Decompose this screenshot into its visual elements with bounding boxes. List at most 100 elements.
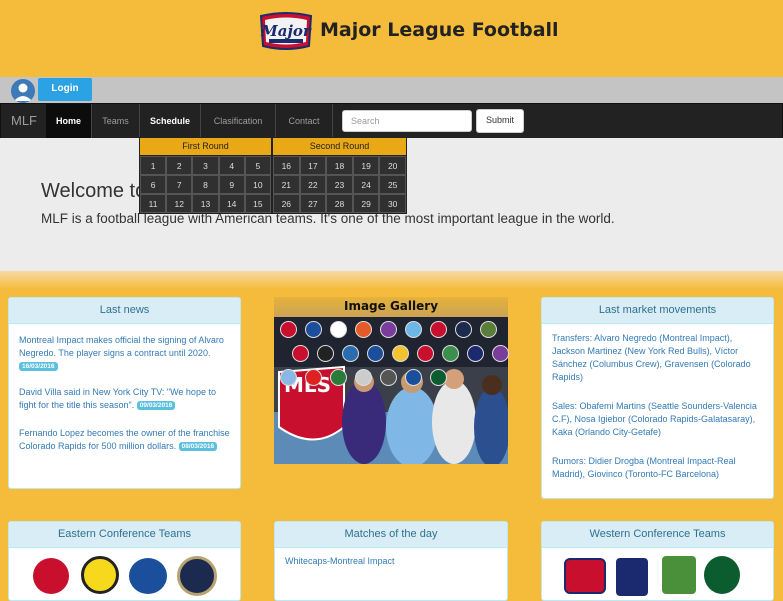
market-title: Last market movements xyxy=(542,298,773,324)
calendar-day[interactable]: 15 xyxy=(244,194,271,213)
team-crest-icon xyxy=(442,345,459,362)
team-crest-icon xyxy=(292,345,309,362)
nav-schedule[interactable]: Schedule xyxy=(140,104,201,138)
team-crest-icon xyxy=(330,321,347,338)
calendar-day[interactable]: 10 xyxy=(244,175,271,194)
login-button[interactable]: Login xyxy=(38,78,92,101)
calendar-day[interactable]: 12 xyxy=(166,194,193,213)
calendar-day[interactable]: 9 xyxy=(218,175,245,194)
eastern-conference-title: Eastern Conference Teams xyxy=(9,522,240,548)
calendar-day[interactable]: 28 xyxy=(326,194,353,213)
nav-teams[interactable]: Teams xyxy=(92,104,140,138)
calendar-day[interactable]: 20 xyxy=(379,156,406,175)
login-bar xyxy=(0,77,783,103)
montreal-impact-logo[interactable] xyxy=(129,558,167,594)
league-logo[interactable]: Major xyxy=(259,10,313,52)
team-crest-icon xyxy=(317,345,334,362)
calendar-day[interactable]: 14 xyxy=(218,194,245,213)
site-title: Major League Football xyxy=(320,19,559,41)
fc-dallas-logo[interactable] xyxy=(564,558,606,594)
western-conference-title: Western Conference Teams xyxy=(542,522,773,548)
calendar-day[interactable]: 3 xyxy=(192,156,219,175)
calendar-day[interactable]: 21 xyxy=(273,175,300,194)
seattle-sounders-logo[interactable] xyxy=(662,556,696,594)
team-crest-icon xyxy=(355,369,372,386)
market-item[interactable]: Rumors: Didier Drogba (Montreal Impact-R… xyxy=(552,455,763,481)
team-crest-icon xyxy=(392,345,409,362)
news-item[interactable]: Montreal Impact makes official the signi… xyxy=(19,334,230,373)
navbar-brand[interactable]: MLF xyxy=(11,113,37,128)
calendar-day[interactable]: 22 xyxy=(299,175,327,194)
calendar-day[interactable]: 29 xyxy=(352,194,380,213)
market-item[interactable]: Sales: Obafemi Martins (Seattle Sounders… xyxy=(552,400,763,439)
western-conference-panel: Western Conference Teams xyxy=(541,521,774,601)
team-crest-icon xyxy=(380,369,397,386)
image-gallery[interactable]: Image Gallery MLS xyxy=(274,297,509,464)
calendar-day[interactable]: 4 xyxy=(218,156,245,175)
calendar-day[interactable]: 27 xyxy=(299,194,327,213)
calendar-day[interactable]: 7 xyxy=(166,175,193,194)
gallery-title: Image Gallery xyxy=(274,297,508,317)
team-crest-icon xyxy=(367,345,384,362)
svg-text:Major: Major xyxy=(260,22,312,40)
search-input[interactable]: Search xyxy=(342,110,472,132)
calendar-day[interactable]: 17 xyxy=(299,156,327,175)
team-crest-icon xyxy=(480,321,497,338)
news-item[interactable]: Fernando Lopez becomes the owner of the … xyxy=(19,427,230,453)
last-news-title: Last news xyxy=(9,298,240,324)
matches-title: Matches of the day xyxy=(275,522,507,548)
nav-home[interactable]: Home xyxy=(46,104,92,138)
match-item[interactable]: Whitecaps-Montreal Impact xyxy=(275,548,507,568)
team-crest-icon xyxy=(280,369,297,386)
news-date-badge: 09/03/2016 xyxy=(136,401,176,411)
team-crest-icon xyxy=(430,321,447,338)
calendar-day[interactable]: 19 xyxy=(352,156,380,175)
team-crest-icon xyxy=(455,321,472,338)
jumbotron-divider xyxy=(0,271,783,289)
team-crest-icon xyxy=(417,345,434,362)
calendar-day[interactable]: 16 xyxy=(273,156,300,175)
team-crest-icon xyxy=(430,369,447,386)
eastern-conference-panel: Eastern Conference Teams xyxy=(8,521,241,601)
team-crest-icon xyxy=(330,369,347,386)
submit-button[interactable]: Submit xyxy=(476,109,524,133)
calendar-day[interactable]: 11 xyxy=(140,194,167,213)
news-date-badge: 08/03/2016 xyxy=(178,442,218,452)
news-item[interactable]: David Villa said in New York City TV: "W… xyxy=(19,386,230,412)
nav-contact[interactable]: Contact xyxy=(276,104,333,138)
user-icon xyxy=(11,79,35,103)
calendar-day[interactable]: 18 xyxy=(326,156,353,175)
la-galaxy-logo[interactable] xyxy=(616,558,648,596)
second-round-title: Second Round xyxy=(273,138,406,156)
calendar-day[interactable]: 25 xyxy=(379,175,406,194)
team-crest-icon xyxy=(280,321,297,338)
nav-clasification[interactable]: Clasification xyxy=(201,104,276,138)
news-text[interactable]: Montreal Impact makes official the signi… xyxy=(19,335,224,358)
last-news-panel: Last news Montreal Impact makes official… xyxy=(8,297,241,489)
second-round-calendar: Second Round 16 17 18 19 20 21 22 23 24 25 26 27 28 2… xyxy=(272,137,407,214)
team-crest-icon xyxy=(355,321,372,338)
calendar-day[interactable]: 6 xyxy=(140,175,167,194)
calendar-day[interactable]: 8 xyxy=(192,175,219,194)
team-crest-icon xyxy=(342,345,359,362)
calendar-day[interactable]: 24 xyxy=(352,175,380,194)
news-text[interactable]: David Villa said in New York City TV: "W… xyxy=(19,387,216,410)
market-item[interactable]: Transfers: Alvaro Negredo (Montreal Impa… xyxy=(552,332,763,384)
news-date-badge: 16/03/2016 xyxy=(19,362,58,372)
team-crest-icon xyxy=(305,321,322,338)
team-crest-icon xyxy=(405,369,422,386)
calendar-day[interactable]: 1 xyxy=(140,156,167,175)
portland-timbers-logo[interactable] xyxy=(704,556,740,594)
calendar-day[interactable]: 30 xyxy=(379,194,406,213)
philadelphia-union-logo[interactable] xyxy=(177,556,217,596)
columbus-crew-logo[interactable] xyxy=(81,556,119,594)
team-crest-icon xyxy=(380,321,397,338)
calendar-day[interactable]: 2 xyxy=(166,156,193,175)
gallery-image: MLS xyxy=(274,317,508,464)
calendar-day[interactable]: 23 xyxy=(326,175,353,194)
calendar-day[interactable]: 13 xyxy=(192,194,219,213)
matches-panel: Matches of the day Whitecaps-Montreal Im… xyxy=(274,521,508,601)
calendar-day[interactable]: 26 xyxy=(273,194,300,213)
red-bulls-logo[interactable] xyxy=(33,558,69,594)
calendar-day[interactable]: 5 xyxy=(244,156,271,175)
